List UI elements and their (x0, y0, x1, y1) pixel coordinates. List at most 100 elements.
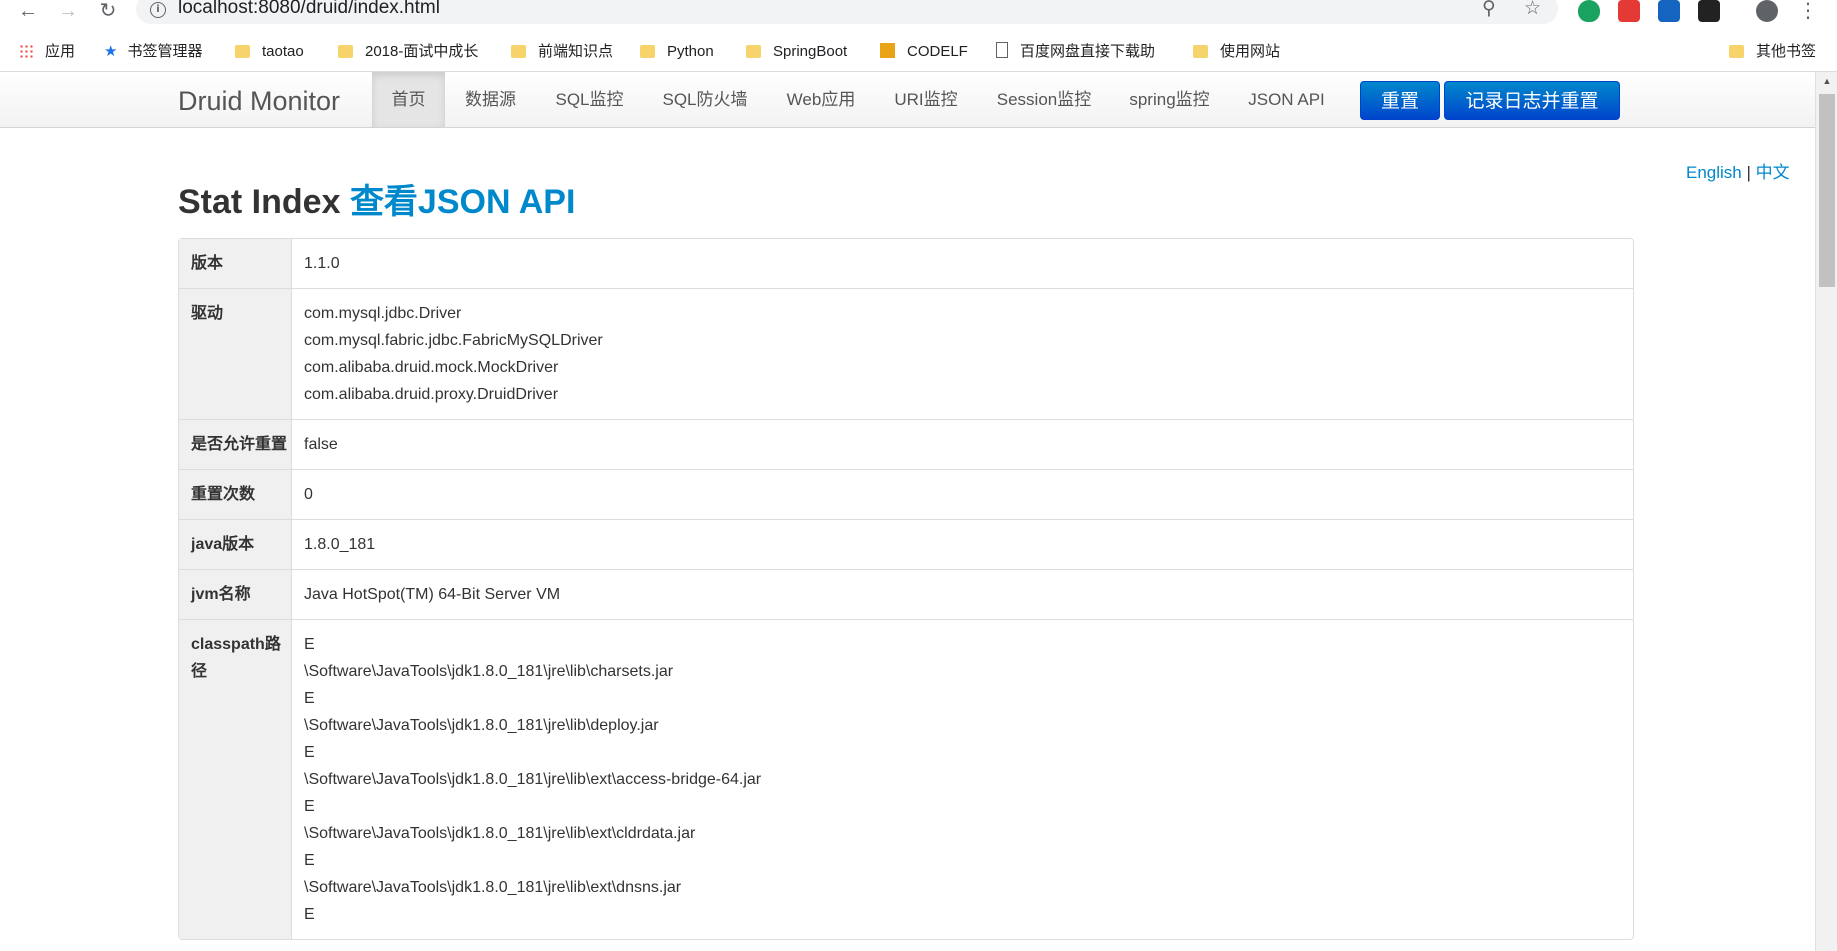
zoom-icon[interactable]: ⚲ (1482, 0, 1496, 20)
translate-extension-icon[interactable] (1658, 0, 1680, 22)
classpath-item: \Software\JavaTools\jdk1.8.0_181\jre\lib… (304, 717, 659, 734)
page-title-text: Stat Index (178, 183, 341, 221)
fe-extension-icon[interactable] (1618, 0, 1640, 22)
bookmark-label: 2018-面试中成长 (365, 43, 479, 60)
classpath-item: E (304, 906, 315, 923)
nav-spring-monitor[interactable]: spring监控 (1111, 72, 1228, 127)
bookmark-springboot[interactable]: SpringBoot (746, 41, 847, 63)
druid-navbar: Druid Monitor 首页 数据源 SQL监控 SQL防火墙 Web应用 … (0, 72, 1815, 128)
nav-home[interactable]: 首页 (372, 72, 445, 127)
driver-item: com.alibaba.druid.mock.MockDriver (304, 359, 559, 376)
bookmark-label: SpringBoot (773, 43, 848, 60)
nav-session-monitor[interactable]: Session监控 (977, 72, 1111, 127)
table-row: classpath路径 E \Software\JavaTools\jdk1.8… (179, 619, 1633, 939)
codelf-icon (880, 43, 895, 58)
folder-icon (746, 45, 761, 58)
bookmark-label: 其他书签 (1756, 43, 1817, 60)
row-value: E \Software\JavaTools\jdk1.8.0_181\jre\l… (292, 619, 1633, 939)
row-label: jvm名称 (179, 569, 292, 619)
view-json-api-link[interactable]: 查看JSON API (350, 183, 575, 221)
menu-icon[interactable]: ⋮ (1796, 0, 1820, 22)
classpath-item: E (304, 636, 315, 653)
nav-json-api[interactable]: JSON API (1228, 72, 1345, 127)
nav-sql-monitor[interactable]: SQL监控 (536, 72, 643, 127)
row-value: Java HotSpot(TM) 64-Bit Server VM (292, 569, 1633, 619)
folder-icon (338, 45, 353, 58)
bookmark-star-icon[interactable]: ☆ (1524, 0, 1541, 20)
classpath-item: \Software\JavaTools\jdk1.8.0_181\jre\lib… (304, 663, 674, 680)
row-label: 是否允许重置 (179, 419, 292, 469)
classpath-item: \Software\JavaTools\jdk1.8.0_181\jre\lib… (304, 879, 682, 896)
folder-icon (640, 45, 655, 58)
bookmark-label: 使用网站 (1220, 43, 1281, 60)
bookmark-other[interactable]: 其他书签 (1729, 41, 1816, 63)
site-info-icon[interactable]: i (150, 2, 166, 18)
shield-extension-icon[interactable] (1578, 0, 1600, 22)
bookmark-manager[interactable]: ★ 书签管理器 (104, 41, 202, 63)
back-icon[interactable]: ← (16, 0, 40, 22)
bookmark-baidu[interactable]: 百度网盘直接下载助 (996, 41, 1155, 63)
bookmark-label: Python (667, 43, 714, 60)
profile-icon[interactable] (1756, 0, 1778, 22)
lang-english-link[interactable]: English (1686, 163, 1742, 182)
bookmark-apps[interactable]: 应用 (19, 41, 75, 63)
bookmark-label: 书签管理器 (127, 43, 203, 60)
table-row: 重置次数 0 (179, 469, 1633, 519)
scroll-thumb[interactable] (1819, 94, 1835, 287)
reload-icon[interactable]: ↻ (96, 0, 120, 22)
folder-icon (1729, 45, 1744, 58)
classpath-item: E (304, 852, 315, 869)
row-label: classpath路径 (179, 619, 292, 939)
driver-item: com.mysql.fabric.jdbc.FabricMySQLDriver (304, 332, 603, 349)
bookmark-label: 应用 (45, 43, 76, 60)
language-switch: English | 中文 (1686, 158, 1790, 183)
driver-item: com.mysql.jdbc.Driver (304, 305, 462, 322)
classpath-item: E (304, 798, 315, 815)
row-value: com.mysql.jdbc.Driver com.mysql.fabric.j… (292, 288, 1633, 419)
classpath-item: \Software\JavaTools\jdk1.8.0_181\jre\lib… (304, 771, 762, 788)
reset-button[interactable]: 重置 (1360, 81, 1440, 120)
row-value: false (292, 419, 1633, 469)
log-and-reset-button[interactable]: 记录日志并重置 (1444, 81, 1620, 120)
url-text: localhost:8080/druid/index.html (178, 0, 440, 18)
bookmark-python[interactable]: Python (640, 41, 714, 63)
address-bar[interactable]: i localhost:8080/druid/index.html ⚲ ☆ (136, 0, 1558, 24)
bookmark-interview[interactable]: 2018-面试中成长 (338, 41, 478, 63)
forward-icon[interactable]: → (56, 0, 80, 22)
star-icon: ★ (104, 43, 118, 60)
page-title: Stat Index 查看JSON API (178, 174, 575, 223)
page-icon (996, 42, 1008, 58)
row-label: 版本 (179, 239, 292, 288)
bookmark-label: CODELF (907, 43, 968, 60)
nav-web-app[interactable]: Web应用 (767, 72, 875, 127)
lang-chinese-link[interactable]: 中文 (1756, 163, 1790, 182)
nav-datasource[interactable]: 数据源 (445, 72, 536, 127)
bookmark-codelf[interactable]: CODELF (880, 41, 968, 63)
page-scrollbar[interactable]: ▲ (1815, 72, 1837, 951)
folder-icon (511, 45, 526, 58)
folder-icon (1193, 45, 1208, 58)
table-row: java版本 1.8.0_181 (179, 519, 1633, 569)
brand-logo[interactable]: Druid Monitor (178, 86, 340, 117)
folder-icon (235, 45, 250, 58)
bookmark-sites[interactable]: 使用网站 (1193, 41, 1280, 63)
browser-toolbar: ← → ↻ i localhost:8080/druid/index.html … (0, 0, 1837, 24)
tampermonkey-extension-icon[interactable] (1698, 0, 1720, 22)
row-label: java版本 (179, 519, 292, 569)
stat-table: 版本 1.1.0 驱动 com.mysql.jdbc.Driver com.my… (178, 238, 1634, 940)
lang-separator: | (1746, 163, 1751, 182)
row-value: 0 (292, 469, 1633, 519)
nav-uri-monitor[interactable]: URI监控 (875, 72, 977, 127)
row-label: 重置次数 (179, 469, 292, 519)
bookmark-label: 百度网盘直接下载助 (1020, 43, 1156, 60)
bookmark-label: 前端知识点 (538, 43, 614, 60)
nav-sql-firewall[interactable]: SQL防火墙 (643, 72, 767, 127)
bookmark-label: taotao (262, 43, 304, 60)
row-label: 驱动 (179, 288, 292, 419)
scroll-up-icon[interactable]: ▲ (1816, 76, 1837, 86)
driver-item: com.alibaba.druid.proxy.DruidDriver (304, 386, 559, 403)
bookmark-frontend[interactable]: 前端知识点 (511, 41, 613, 63)
table-row: jvm名称 Java HotSpot(TM) 64-Bit Server VM (179, 569, 1633, 619)
bookmark-taotao[interactable]: taotao (235, 41, 304, 63)
table-row: 版本 1.1.0 (179, 239, 1633, 288)
